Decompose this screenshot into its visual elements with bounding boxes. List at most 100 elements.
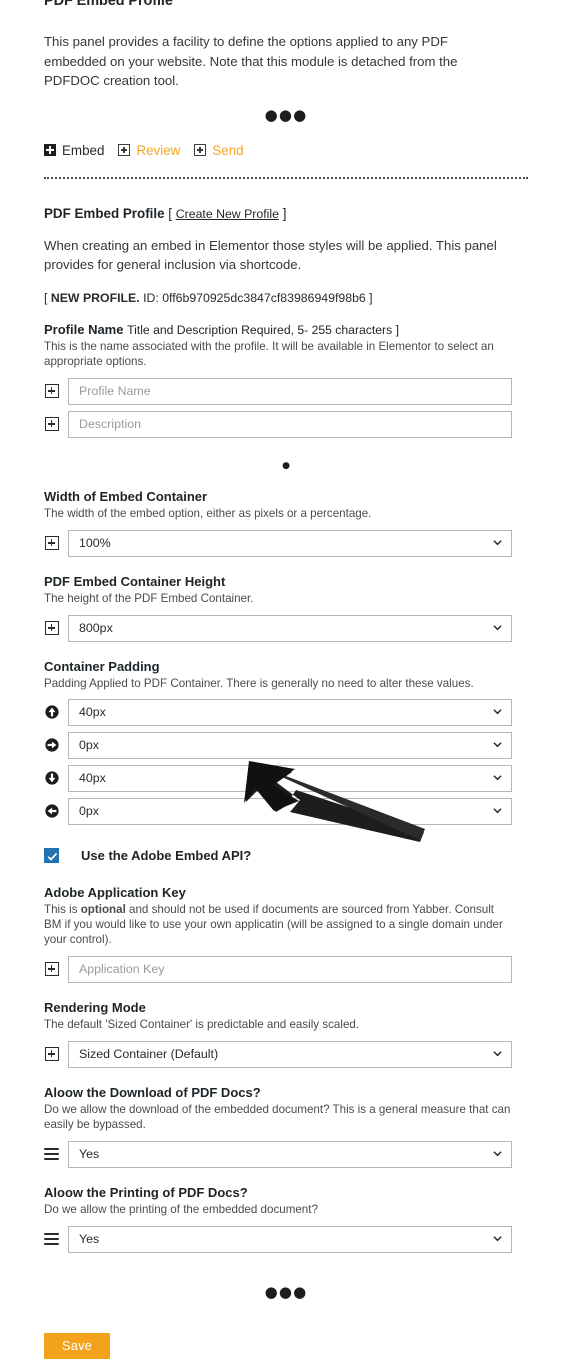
profile-name-input[interactable]: Profile Name [68, 377, 512, 405]
arrow-down-circle-icon [44, 771, 59, 786]
chevron-down-icon [493, 742, 502, 748]
padding-left-value: 0px [79, 804, 99, 818]
app-key-desc-emphasis: optional [80, 902, 126, 916]
plus-box-icon [44, 962, 59, 977]
allow-printing-select[interactable]: Yes [68, 1225, 512, 1253]
allow-download-select[interactable]: Yes [68, 1140, 512, 1168]
bracket-close: ] [282, 205, 287, 221]
allow-download-value: Yes [79, 1147, 100, 1161]
printing-row: Yes [44, 1225, 528, 1253]
plus-box-outline-icon [194, 144, 207, 156]
padding-left-row: 0px [44, 797, 528, 825]
plus-box-icon [44, 417, 59, 432]
tab-bar: Embed Review Send [44, 143, 528, 158]
profile-name-description: This is the name associated with the pro… [44, 339, 494, 368]
tab-review[interactable]: Review [118, 143, 180, 158]
download-description: Do we allow the download of the embedded… [44, 1102, 511, 1131]
rendering-mode-value: Sized Container (Default) [79, 1047, 219, 1061]
profile-name-heading: Profile Name Title and Description Requi… [44, 322, 528, 337]
adobe-api-row: Use the Adobe Embed API? [44, 847, 528, 863]
arrow-left-circle-icon [44, 804, 59, 819]
allow-printing-value: Yes [79, 1232, 100, 1246]
application-key-placeholder: Application Key [79, 962, 165, 976]
width-heading: Width of Embed Container [44, 488, 208, 504]
profile-section-heading: PDF Embed Profile [ Create New Profile ] [44, 206, 528, 221]
pdf-embed-profile-panel: PDF Embed Profile This panel provides a … [0, 0, 570, 1359]
app-key-heading: Adobe Application Key [44, 884, 186, 900]
use-adobe-embed-api-checkbox[interactable] [44, 847, 59, 863]
section-divider [44, 176, 528, 179]
padding-bottom-row: 40px [44, 764, 528, 792]
dots-divider-bottom: ●●● [264, 1282, 308, 1301]
printing-description: Do we allow the printing of the embedded… [44, 1202, 318, 1216]
profile-name-placeholder: Profile Name [79, 384, 151, 398]
padding-top-select[interactable]: 40px [68, 698, 512, 726]
height-select[interactable]: 800px [68, 614, 512, 642]
profile-name-row: Profile Name [44, 377, 528, 405]
rendering-mode-select[interactable]: Sized Container (Default) [68, 1040, 512, 1068]
plus-box-icon [44, 384, 59, 399]
tab-review-label: Review [136, 142, 181, 158]
chevron-down-icon [493, 625, 502, 631]
profile-description-input[interactable]: Description [68, 410, 512, 438]
profile-heading-text: PDF Embed Profile [44, 205, 165, 221]
app-key-row: Application Key [44, 955, 528, 983]
arrow-right-circle-icon [44, 738, 59, 753]
application-key-input[interactable]: Application Key [68, 955, 512, 983]
tab-embed-label: Embed [62, 142, 105, 158]
dot-divider-middle: ● [282, 460, 290, 471]
padding-bottom-select[interactable]: 40px [68, 764, 512, 792]
download-heading: Aloow the Download of PDF Docs? [44, 1084, 261, 1100]
padding-right-select[interactable]: 0px [68, 731, 512, 759]
use-adobe-embed-api-label: Use the Adobe Embed API? [81, 847, 252, 863]
profile-id-status: NEW PROFILE. [50, 290, 140, 305]
profile-name-heading-note: Title and Description Required, 5- 255 c… [127, 322, 399, 337]
padding-right-row: 0px [44, 731, 528, 759]
profile-name-heading-text: Profile Name [44, 321, 124, 337]
plus-box-icon [44, 536, 59, 551]
tab-send[interactable]: Send [194, 142, 244, 158]
save-button[interactable]: Save [44, 1332, 110, 1359]
dots-divider-top: ●●● [264, 105, 308, 124]
rendering-row: Sized Container (Default) [44, 1040, 528, 1068]
chevron-down-icon [493, 775, 502, 781]
profile-id-line: [ NEW PROFILE. ID: 0ff6b970925dc3847cf83… [44, 291, 528, 305]
width-select-value: 100% [79, 536, 111, 550]
height-select-value: 800px [79, 621, 113, 635]
padding-left-select[interactable]: 0px [68, 797, 512, 825]
width-description: The width of the embed option, either as… [44, 506, 372, 520]
chevron-down-icon [493, 1051, 502, 1057]
plus-box-icon [44, 1047, 59, 1062]
chevron-down-icon [493, 808, 502, 814]
tab-embed[interactable]: Embed [44, 143, 104, 158]
arrow-up-circle-icon [44, 705, 59, 720]
padding-description: Padding Applied to PDF Container. There … [44, 676, 474, 690]
rendering-heading: Rendering Mode [44, 999, 146, 1015]
profile-id-value: ID: 0ff6b970925dc3847cf83986949f98b6 ] [139, 290, 373, 305]
width-select[interactable]: 100% [68, 529, 512, 557]
chevron-down-icon [493, 1236, 502, 1242]
hamburger-icon [44, 1147, 59, 1162]
padding-heading: Container Padding [44, 658, 160, 674]
panel-intro-text: This panel provides a facility to define… [44, 34, 458, 88]
height-heading: PDF Embed Container Height [44, 573, 226, 589]
padding-right-value: 0px [79, 738, 99, 752]
app-key-desc-part1: This is [44, 902, 81, 916]
page-title: PDF Embed Profile [44, 0, 173, 9]
chevron-down-icon [493, 540, 502, 546]
tab-send-label: Send [212, 142, 244, 158]
height-description: The height of the PDF Embed Container. [44, 591, 254, 605]
bracket-open: [ [168, 205, 173, 221]
chevron-down-icon [493, 1151, 502, 1157]
chevron-down-icon [493, 709, 502, 715]
profile-id-bracket: [ [44, 290, 48, 305]
checkmark-icon [47, 852, 58, 861]
create-new-profile-link[interactable]: Create New Profile [176, 207, 279, 221]
printing-heading: Aloow the Printing of PDF Docs? [44, 1184, 248, 1200]
plus-box-solid-icon [44, 144, 56, 156]
padding-top-row: 40px [44, 698, 528, 726]
padding-top-value: 40px [79, 705, 106, 719]
height-row: 800px [44, 614, 528, 642]
profile-description-row: Description [44, 410, 528, 438]
hamburger-icon [44, 1232, 59, 1247]
